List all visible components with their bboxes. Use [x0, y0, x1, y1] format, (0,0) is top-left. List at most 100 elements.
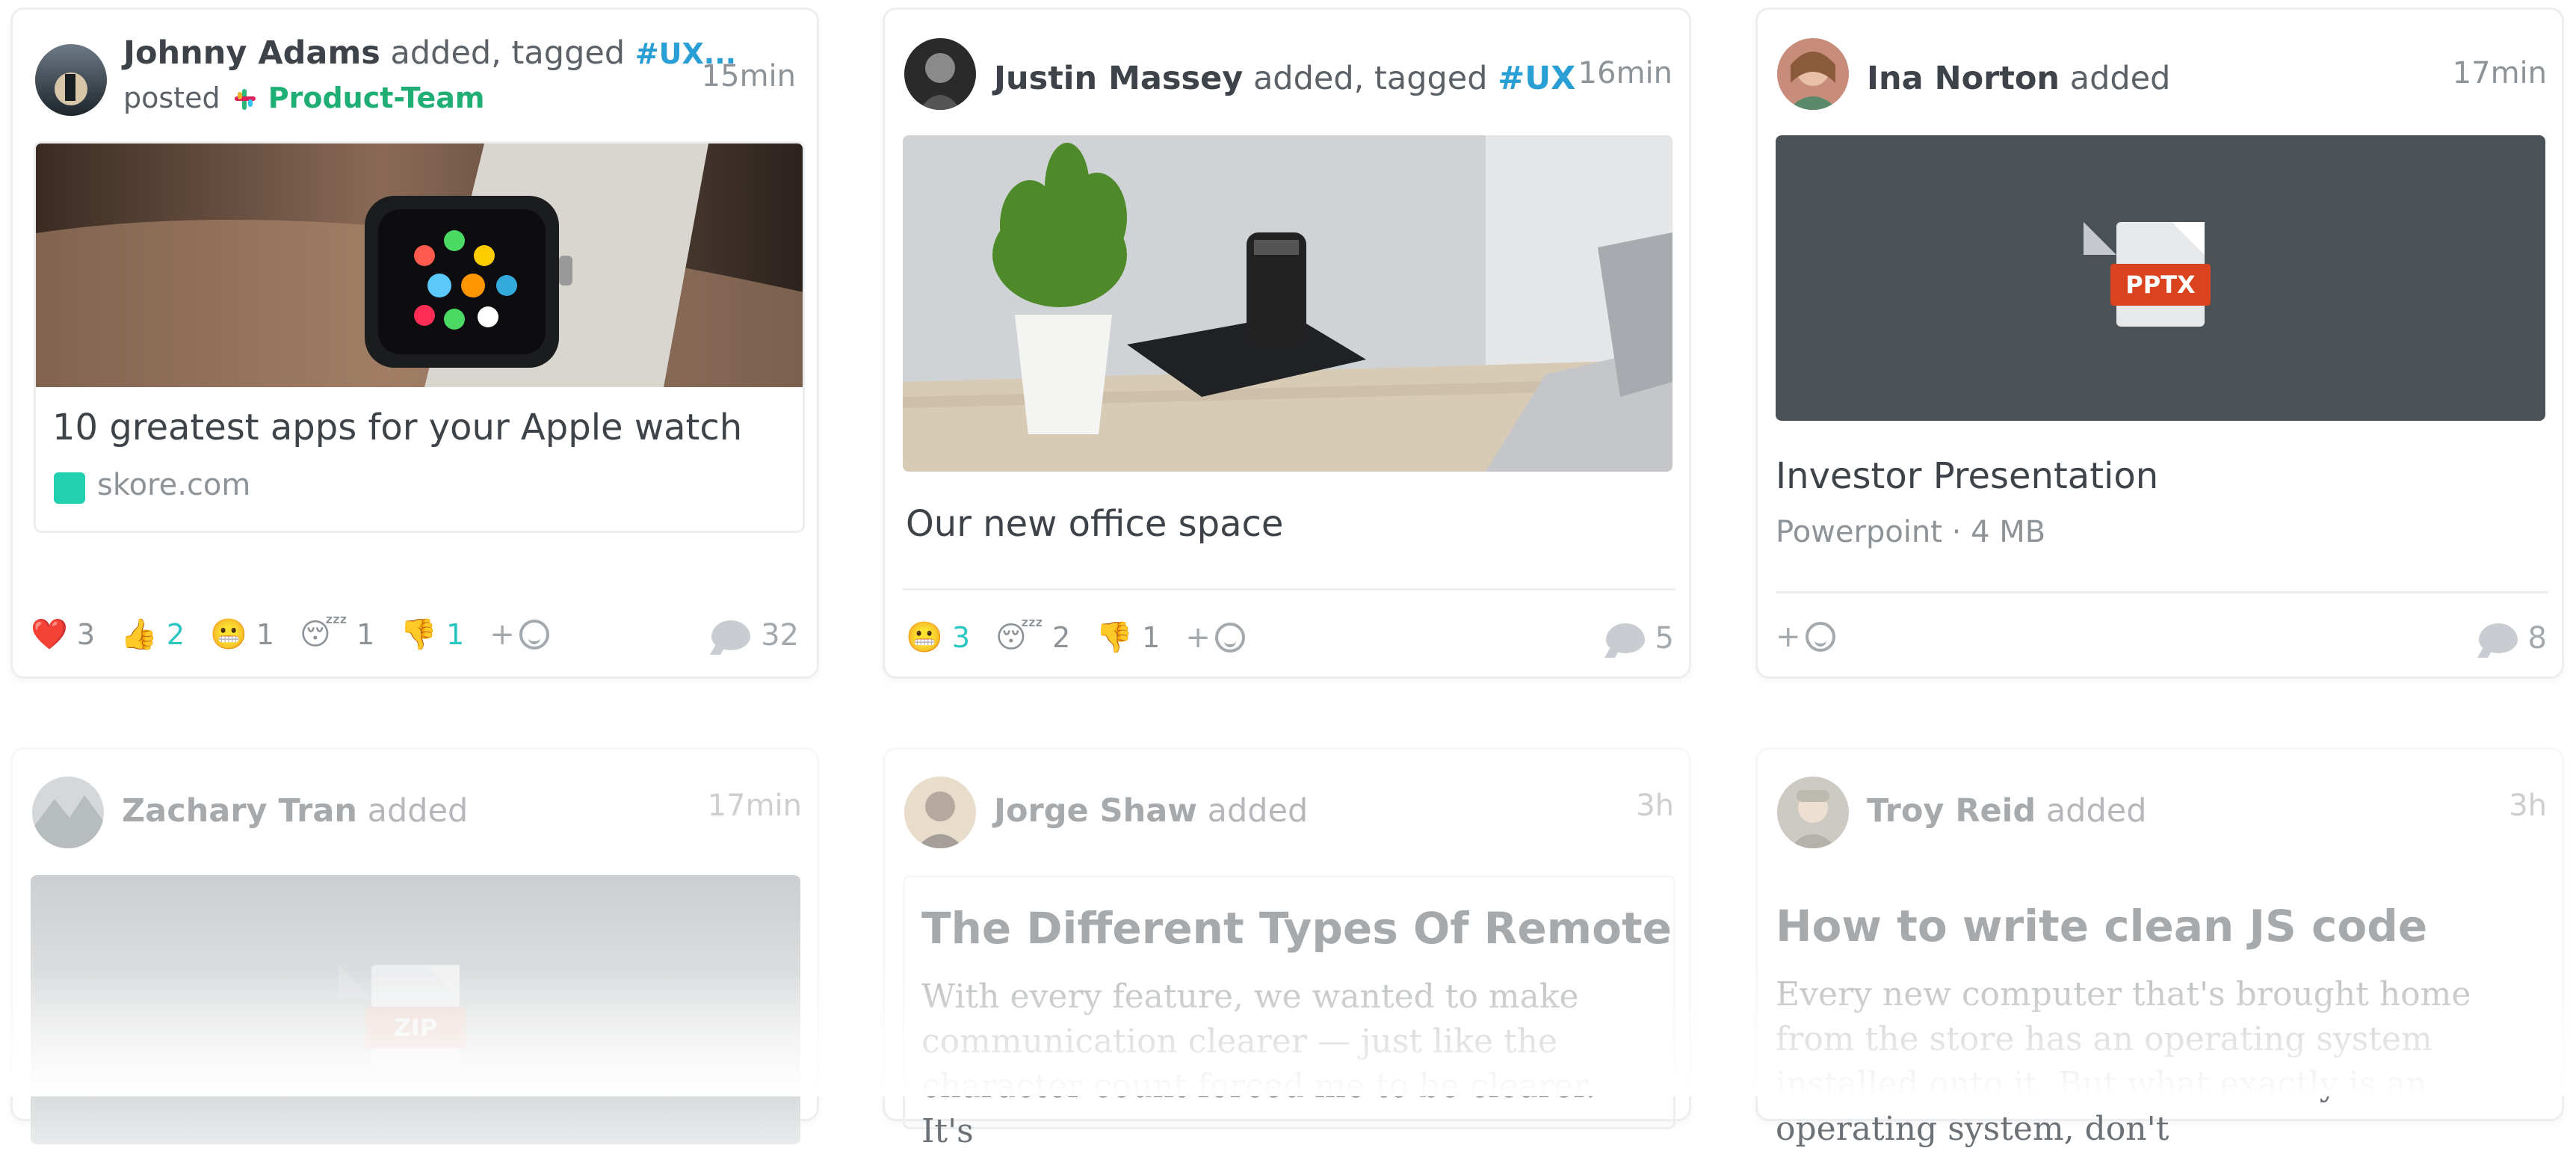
reaction-thumbs-down[interactable]: 👎 1 [1096, 620, 1160, 655]
action-text: added [2045, 792, 2147, 830]
author-name[interactable]: Justin Massey [994, 60, 1243, 97]
action-text: added [1207, 792, 1309, 830]
activity-header: Justin Massey added, tagged #UX [994, 58, 1575, 99]
comments-button[interactable]: 5 [1605, 621, 1674, 655]
reaction-thumbs-up[interactable]: 👍 2 [120, 617, 185, 652]
author-name[interactable]: Ina Norton [1867, 60, 2060, 97]
add-reaction-button[interactable]: + [489, 617, 549, 652]
add-reaction-label: + [1185, 620, 1211, 655]
feed-card[interactable]: Zachary Tran added 17min ZIP [10, 747, 819, 1144]
comment-icon [2478, 623, 2518, 653]
add-reaction-label: + [489, 617, 515, 652]
author-name[interactable]: Jorge Shaw [994, 792, 1197, 830]
add-reaction-button[interactable]: + [1776, 620, 1835, 654]
action-text: added, tagged [1253, 60, 1488, 97]
reaction-thumbs-down[interactable]: 👎 1 [400, 617, 464, 652]
feed-card[interactable]: Ina Norton added 17min PPTX Investor Pre… [1755, 7, 2564, 679]
comment-icon [1605, 623, 1645, 653]
avatar[interactable] [1777, 38, 1849, 110]
add-reaction-button[interactable]: + [1185, 620, 1245, 655]
reaction-sleepy[interactable]: 😴 1 [300, 617, 374, 652]
reaction-count: 1 [1142, 620, 1161, 654]
post-image[interactable] [903, 135, 1672, 472]
slack-icon [234, 84, 256, 110]
timestamp: 3h [2509, 789, 2547, 823]
add-reaction-label: + [1776, 620, 1801, 654]
file-meta: Powerpoint · 4 MB [1776, 515, 2046, 549]
action-text: added [367, 792, 469, 830]
posted-label: posted [123, 81, 220, 114]
posted-line: posted Product-Team [123, 81, 484, 114]
divider [903, 588, 1675, 590]
comment-count: 8 [2527, 621, 2547, 655]
reaction-count: 2 [166, 617, 185, 651]
link-domain[interactable]: skore.com [97, 468, 250, 502]
article-title[interactable]: How to write clean JS code [1776, 901, 2427, 951]
activity-header: Troy Reid added [1867, 790, 2147, 832]
grimace-icon: 😬 [906, 620, 943, 655]
smiley-icon [1805, 622, 1835, 652]
reaction-count: 1 [256, 617, 274, 651]
reaction-bar: + [1776, 620, 1835, 654]
thumbs-down-icon: 👎 [1096, 620, 1134, 655]
activity-header: Ina Norton added [1867, 58, 2170, 99]
sleepy-icon: 😴 [995, 620, 1044, 655]
divider [1776, 591, 2548, 593]
feed-card[interactable]: Jorge Shaw added 3h The Different Types … [883, 747, 1691, 1150]
reaction-bar: ❤️ 3 👍 2 😬 1 😴 1 👎 1 + [31, 617, 549, 652]
avatar[interactable] [32, 777, 104, 848]
timestamp: 17min [2452, 56, 2547, 90]
feed-card[interactable]: Troy Reid added 3h How to write clean JS… [1755, 747, 2564, 1148]
post-title[interactable]: Our new office space [906, 503, 1283, 545]
article-excerpt: Every new computer that's brought home f… [1776, 975, 2471, 1148]
smiley-icon [519, 619, 549, 649]
article-title[interactable]: The Different Types Of Remote [921, 903, 1672, 954]
timestamp: 16min [1578, 56, 1672, 90]
link-title[interactable]: 10 greatest apps for your Apple watch [52, 407, 742, 448]
action-text: added [2069, 60, 2171, 97]
reaction-grimace[interactable]: 😬 3 [906, 620, 970, 655]
comment-count: 32 [761, 618, 799, 652]
avatar[interactable] [904, 777, 976, 848]
file-title[interactable]: Investor Presentation [1776, 455, 2158, 497]
reaction-sleepy[interactable]: 😴 2 [995, 620, 1070, 655]
avatar[interactable] [904, 38, 976, 110]
file-type-label: PPTX [2110, 264, 2211, 306]
author-name[interactable]: Troy Reid [1867, 792, 2036, 830]
article-preview[interactable]: The Different Types Of Remote With every… [903, 875, 1675, 1150]
sleepy-icon: 😴 [300, 617, 348, 652]
feed-card[interactable]: Johnny Adams added, tagged #UX... posted… [10, 7, 819, 679]
reaction-grimace[interactable]: 😬 1 [210, 617, 274, 652]
avatar[interactable] [1777, 777, 1849, 848]
comment-count: 5 [1655, 621, 1674, 655]
link-preview[interactable]: 10 greatest apps for your Apple watch sk… [34, 141, 805, 533]
timestamp: 3h [1636, 789, 1674, 823]
reaction-count: 3 [951, 620, 970, 654]
comment-icon [711, 620, 751, 650]
file-preview[interactable]: ZIP [31, 875, 800, 1144]
grimace-icon: 😬 [210, 617, 247, 652]
feed-card[interactable]: Justin Massey added, tagged #UX 16min Ou… [883, 7, 1691, 679]
reaction-count: 2 [1052, 620, 1071, 654]
author-name[interactable]: Zachary Tran [122, 792, 357, 830]
article-preview[interactable]: How to write clean JS code Every new com… [1758, 875, 2550, 1148]
avatar[interactable] [35, 44, 107, 116]
site-favicon [54, 472, 85, 504]
smiley-icon [1214, 622, 1245, 652]
author-name[interactable]: Johnny Adams [123, 34, 380, 72]
comments-button[interactable]: 8 [2478, 621, 2547, 655]
activity-header: Johnny Adams added, tagged #UX... [123, 32, 736, 75]
team-link[interactable]: Product-Team [268, 81, 485, 114]
file-type-label: ZIP [365, 1007, 466, 1049]
thumbs-down-icon: 👎 [400, 617, 438, 652]
reaction-heart[interactable]: ❤️ 3 [31, 617, 95, 652]
reaction-count: 1 [446, 617, 465, 651]
timestamp: 15min [701, 59, 796, 93]
activity-header: Zachary Tran added [122, 790, 468, 832]
thumbs-up-icon: 👍 [120, 617, 158, 652]
article-excerpt: With every feature, we wanted to make co… [921, 978, 1596, 1150]
timestamp: 17min [707, 789, 802, 823]
file-preview[interactable]: PPTX [1776, 135, 2545, 421]
comments-button[interactable]: 32 [711, 618, 799, 652]
tag-link[interactable]: #UX [1498, 60, 1575, 97]
